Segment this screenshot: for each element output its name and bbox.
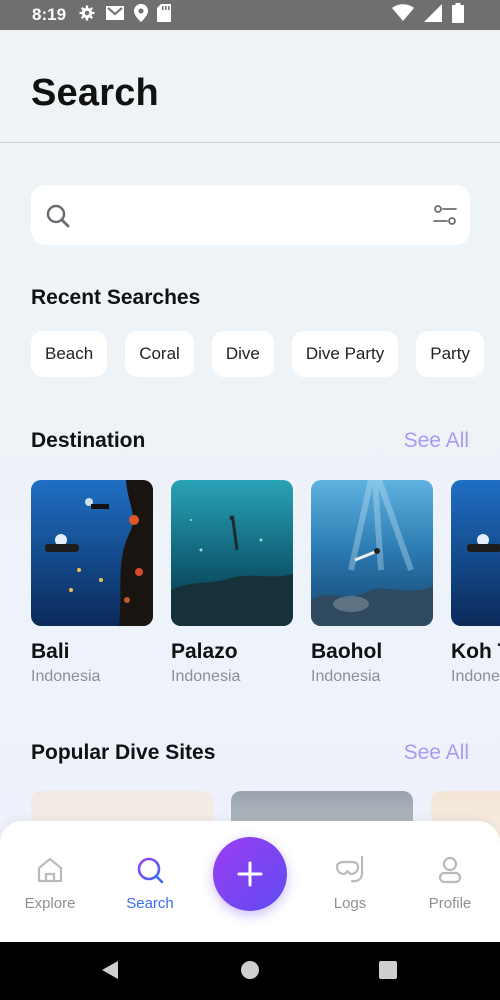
- nav-search[interactable]: Search: [110, 855, 190, 912]
- chip-coral[interactable]: Coral: [125, 331, 194, 377]
- chip-beach[interactable]: Beach: [31, 331, 108, 377]
- chip-dive[interactable]: Dive: [211, 331, 274, 377]
- snorkel-mask-icon: [335, 855, 364, 883]
- plus-icon: [237, 861, 263, 887]
- destination-see-all-link[interactable]: See All: [404, 429, 469, 453]
- nav-label: Profile: [428, 895, 472, 912]
- destination-name: Baohol: [311, 640, 383, 663]
- destination-card-bali[interactable]: Bali Indonesia: [31, 480, 153, 686]
- destination-card-palazo[interactable]: Palazo Indonesia: [171, 480, 293, 686]
- destination-country: Indonesia: [171, 668, 241, 685]
- nav-label: Search: [126, 895, 174, 912]
- recent-searches-title: Recent Searches: [31, 286, 201, 309]
- destination-image: [311, 480, 433, 626]
- search-box[interactable]: [31, 185, 470, 245]
- destination-image: [451, 480, 500, 626]
- search-icon: [45, 203, 71, 234]
- location-icon: [134, 3, 149, 27]
- person-icon: [438, 856, 462, 884]
- nav-label: Explore: [24, 895, 76, 912]
- add-button[interactable]: [213, 837, 287, 911]
- gear-icon: [78, 4, 96, 27]
- bottom-navigation: Explore Search Logs Profile: [0, 821, 500, 942]
- back-icon[interactable]: [100, 960, 120, 985]
- system-navigation-bar: [0, 942, 500, 1000]
- header: Search: [0, 30, 500, 143]
- destination-card-baohol[interactable]: Baohol Indonesia: [311, 480, 433, 686]
- destination-image: [171, 480, 293, 626]
- popular-dive-sites-title: Popular Dive Sites: [31, 741, 216, 764]
- status-time: 8:19: [32, 5, 67, 24]
- filter-icon[interactable]: [432, 203, 458, 232]
- destination-title: Destination: [31, 429, 146, 452]
- nav-explore[interactable]: Explore: [10, 855, 90, 912]
- search-input[interactable]: [87, 199, 417, 231]
- status-bar: 8:19: [0, 0, 500, 30]
- home-icon: [37, 857, 63, 883]
- destination-name: Koh Tao: [451, 640, 500, 663]
- nav-logs[interactable]: Logs: [310, 855, 390, 912]
- mail-icon: [105, 5, 125, 26]
- recent-searches-chips: Beach Coral Dive Dive Party Party: [31, 331, 484, 377]
- destination-country: Indonesia: [451, 668, 500, 685]
- battery-icon: [452, 2, 464, 28]
- destination-card-koh-tao[interactable]: Koh Tao Indonesia: [451, 480, 500, 686]
- popular-see-all-link[interactable]: See All: [404, 741, 469, 765]
- sd-card-icon: [157, 3, 172, 27]
- cell-signal-icon: [424, 3, 442, 27]
- search-icon: [137, 857, 164, 884]
- page-title: Search: [31, 72, 159, 114]
- nav-label: Logs: [333, 895, 367, 912]
- main-content: Recent Searches Beach Coral Dive Dive Pa…: [0, 143, 500, 843]
- destination-image: [31, 480, 153, 626]
- destination-name: Bali: [31, 640, 70, 663]
- destination-country: Indonesia: [31, 668, 101, 685]
- wifi-icon: [392, 3, 414, 27]
- destination-list: Bali Indonesia Palazo Indonesia Baohol I…: [31, 480, 500, 686]
- chip-dive-party[interactable]: Dive Party: [291, 331, 399, 377]
- nav-profile[interactable]: Profile: [410, 855, 490, 912]
- recents-icon[interactable]: [378, 960, 398, 985]
- destination-country: Indonesia: [311, 668, 381, 685]
- destination-name: Palazo: [171, 640, 238, 663]
- chip-party[interactable]: Party: [416, 331, 484, 377]
- home-button-icon[interactable]: [240, 960, 260, 985]
